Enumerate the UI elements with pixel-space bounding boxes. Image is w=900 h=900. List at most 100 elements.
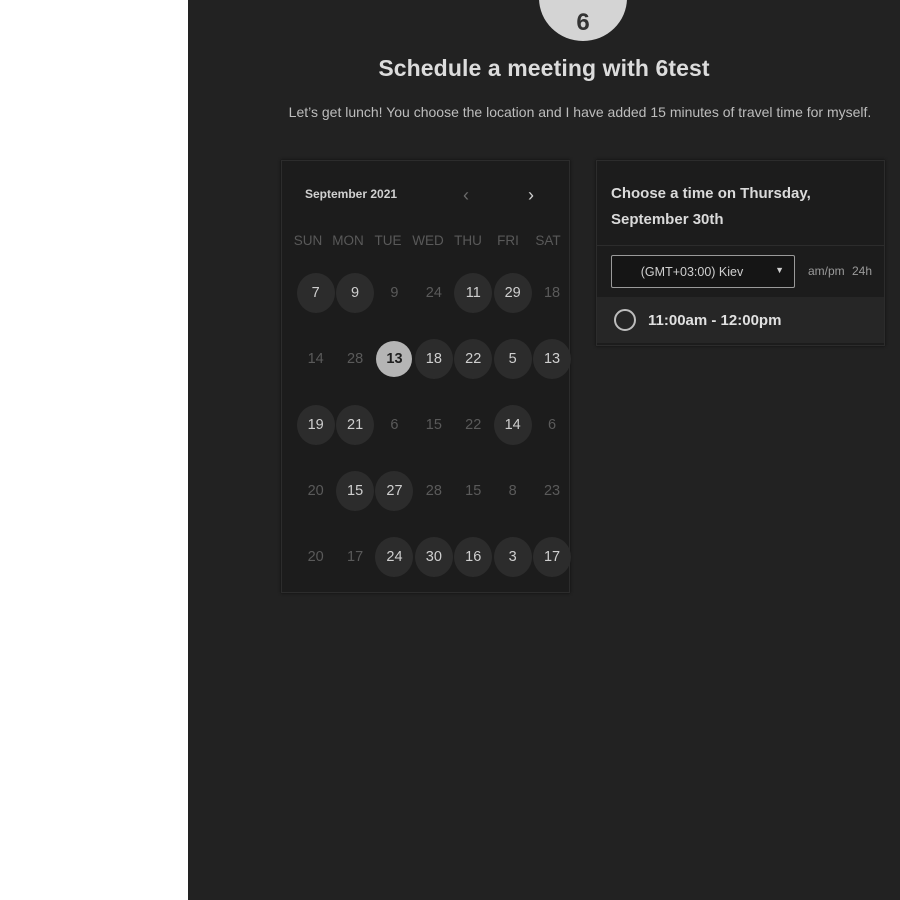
calendar-day-number: 28 <box>347 351 364 367</box>
weekday-label: MON <box>332 233 364 248</box>
calendar-day-available[interactable]: 7 <box>296 273 335 313</box>
calendar-day-number: 11 <box>454 273 493 313</box>
timezone-value: (GMT+03:00) Kiev <box>640 264 744 279</box>
calendar-day-number: 9 <box>336 273 375 313</box>
calendar-week-row: 14 28 13 18 22 5 13 <box>296 339 572 405</box>
weekday-label: FRI <box>497 233 519 248</box>
calendar-day-unavailable: 24 <box>414 273 453 313</box>
calendar-day-number: 14 <box>493 405 532 445</box>
calendar-day-unavailable: 22 <box>454 405 493 445</box>
format-24h-toggle[interactable]: 24h <box>852 264 872 278</box>
calendar-day-number: 6 <box>390 417 399 433</box>
calendar-day-available[interactable]: 21 <box>335 405 375 445</box>
calendar-day-number: 3 <box>493 537 532 577</box>
calendar-day-number: 24 <box>375 537 414 577</box>
calendar-day-unavailable: 6 <box>532 405 571 445</box>
chevron-left-icon[interactable]: ‹ <box>457 185 475 205</box>
calendar-day-available[interactable]: 13 <box>532 339 572 379</box>
meeting-description: Let’s get lunch! You choose the location… <box>288 104 872 120</box>
calendar-day-available[interactable]: 16 <box>454 537 493 577</box>
calendar-day-number: 18 <box>543 285 561 301</box>
timezone-select[interactable]: (GMT+03:00) Kiev ▼ <box>611 255 795 288</box>
calendar-day-available[interactable]: 30 <box>414 537 453 577</box>
time-slot-option[interactable]: 11:00am - 12:00pm <box>597 297 884 343</box>
calendar-day-unavailable: 6 <box>375 405 414 445</box>
avatar-initial: 6 <box>576 9 590 36</box>
calendar-week-row: 20 15 27 28 15 8 23 <box>296 471 572 537</box>
weekday-label: SAT <box>535 233 561 248</box>
calendar-day-number: 28 <box>425 483 442 499</box>
calendar-day-number: 30 <box>414 537 453 577</box>
time-slot-label: 11:00am - 12:00pm <box>648 311 782 329</box>
calendar-day-available[interactable]: 11 <box>454 273 493 313</box>
calendar-day-number: 13 <box>533 339 572 379</box>
calendar-day-unavailable: 28 <box>414 471 453 511</box>
calendar-day-unavailable: 20 <box>296 471 335 511</box>
calendar-day-available[interactable]: 24 <box>375 537 414 577</box>
calendar-day-unavailable: 14 <box>296 339 335 379</box>
left-blank-pane <box>0 0 188 900</box>
calendar-day-number: 16 <box>454 537 493 577</box>
page-title: Schedule a meeting with 6test <box>378 55 710 81</box>
weekday-label: SUN <box>293 233 323 248</box>
radio-circle-icon[interactable] <box>614 309 636 331</box>
caret-down-icon: ▼ <box>775 265 784 275</box>
format-ampm-toggle[interactable]: am/pm <box>808 264 845 278</box>
calendar-day-number: 15 <box>465 483 482 499</box>
calendar-day-available[interactable]: 15 <box>335 471 375 511</box>
weekday-label: THU <box>454 233 482 248</box>
calendar-day-number: 7 <box>296 273 335 313</box>
calendar-day-available[interactable]: 9 <box>335 273 375 313</box>
calendar-week-row: 20 17 24 30 16 3 17 <box>296 537 572 603</box>
calendar-day-available[interactable]: 22 <box>454 339 493 379</box>
calendar-day-available[interactable]: 27 <box>375 471 414 511</box>
calendar-day-number: 21 <box>336 405 375 445</box>
calendar-day-unavailable: 17 <box>335 537 374 577</box>
calendar-day-number: 5 <box>493 339 532 379</box>
calendar-day-available[interactable]: 29 <box>493 273 532 313</box>
calendar-day-number: 27 <box>375 471 414 511</box>
calendar-day-number: 8 <box>508 483 517 499</box>
calendar-day-number: 22 <box>465 417 482 433</box>
calendar-day-selected[interactable]: 13 <box>375 339 414 379</box>
calendar-day-number: 6 <box>547 417 557 433</box>
calendar-day-number: 20 <box>307 483 324 499</box>
date-picker-calendar: September 2021 ‹ › SUN MON TUE WED THU FRI SAT… <box>281 160 572 593</box>
calendar-day-number: 29 <box>493 273 532 313</box>
calendar-day-number: 9 <box>390 285 399 301</box>
calendar-day-unavailable: 8 <box>493 471 532 511</box>
weekday-label: WED <box>412 233 444 248</box>
calendar-day-unavailable: 15 <box>414 405 453 445</box>
calendar-day-available[interactable]: 18 <box>414 339 453 379</box>
calendar-day-available[interactable]: 3 <box>493 537 532 577</box>
calendar-day-grid: 7 9 9 24 11 29 18 14 28 13 18 22 5 13 19 21 6 15 22 14 6 20 15… <box>296 273 572 603</box>
calendar-day-unavailable: 28 <box>335 339 374 379</box>
calendar-day-available[interactable]: 14 <box>493 405 532 445</box>
calendar-week-row: 19 21 6 15 22 14 6 <box>296 405 572 471</box>
calendar-week-row: 7 9 9 24 11 29 18 <box>296 273 572 339</box>
calendar-day-unavailable: 23 <box>532 471 571 511</box>
calendar-day-number: 17 <box>533 537 572 577</box>
calendar-day-unavailable: 20 <box>296 537 335 577</box>
calendar-day-number: 15 <box>336 471 375 511</box>
calendar-day-number: 23 <box>543 483 561 499</box>
calendar-day-number: 18 <box>414 339 453 379</box>
calendar-day-unavailable: 9 <box>375 273 414 313</box>
calendar-day-number: 17 <box>347 549 364 565</box>
weekday-header: SUN MON TUE WED THU FRI SAT <box>288 233 568 248</box>
calendar-day-number: 13 <box>376 341 413 377</box>
calendar-day-number: 22 <box>454 339 493 379</box>
weekday-label: TUE <box>374 233 402 248</box>
calendar-day-number: 20 <box>307 549 324 565</box>
calendar-day-unavailable: 18 <box>532 273 571 313</box>
divider <box>597 245 884 246</box>
calendar-day-unavailable: 15 <box>454 471 493 511</box>
calendar-day-available[interactable]: 19 <box>296 405 335 445</box>
calendar-day-number: 19 <box>296 405 335 445</box>
calendar-day-available[interactable]: 5 <box>493 339 532 379</box>
time-slot-panel: Choose a time on Thursday, September 30t… <box>596 160 885 346</box>
calendar-day-number: 24 <box>425 285 442 301</box>
chevron-right-icon[interactable]: › <box>522 185 540 205</box>
calendar-day-number: 14 <box>307 351 324 367</box>
calendar-day-available[interactable]: 17 <box>532 537 572 577</box>
